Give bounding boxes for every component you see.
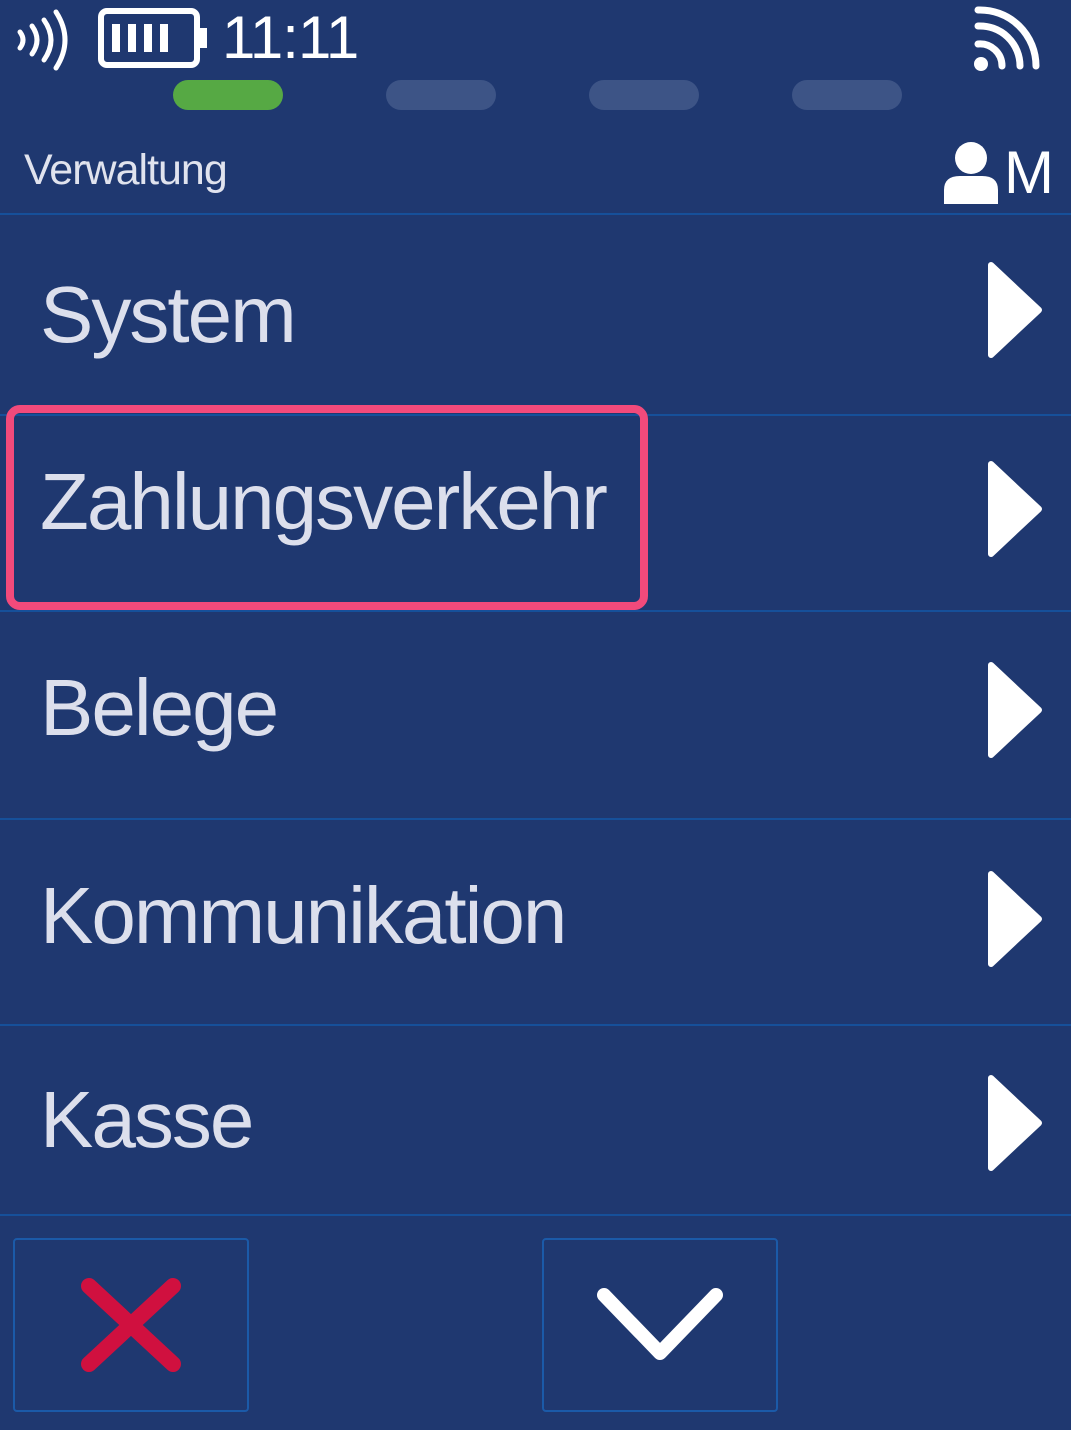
battery-icon [98, 8, 210, 73]
menu-item-label: Kasse [40, 1075, 254, 1164]
user-icon[interactable] [940, 140, 1002, 211]
selection-highlight [6, 405, 648, 610]
menu-item-belege[interactable]: Belege [0, 612, 1071, 820]
signal-icon [970, 6, 1044, 79]
progress-step-3 [589, 80, 699, 110]
user-initial[interactable]: M [1004, 138, 1054, 207]
nfc-icon [14, 8, 74, 77]
progress-step-4 [792, 80, 902, 110]
status-bar: 11:11 [0, 0, 1071, 80]
menu-item-label: Kommunikation [40, 871, 567, 960]
close-icon [81, 1278, 181, 1372]
chevron-down-icon [597, 1288, 723, 1360]
menu-item-kasse[interactable]: Kasse [0, 1026, 1071, 1216]
page-title: Verwaltung [24, 146, 228, 194]
chevron-right-icon [988, 262, 1042, 358]
menu-list: System Zahlungsverkehr Belege Kommunikat… [0, 215, 1071, 1216]
cancel-button[interactable] [13, 1238, 249, 1412]
progress-step-1 [173, 80, 283, 110]
clock: 11:11 [222, 4, 359, 71]
menu-item-label: Belege [40, 663, 279, 752]
chevron-right-icon [988, 1075, 1042, 1171]
menu-item-kommunikation[interactable]: Kommunikation [0, 820, 1071, 1026]
progress-step-2 [386, 80, 496, 110]
menu-item-label: System [40, 270, 297, 359]
chevron-right-icon [988, 662, 1042, 758]
page-header: Verwaltung M [0, 130, 1071, 215]
chevron-right-icon [988, 871, 1042, 967]
scroll-down-button[interactable] [542, 1238, 778, 1412]
menu-item-system[interactable]: System [0, 215, 1071, 416]
step-progress [0, 80, 1071, 110]
chevron-right-icon [988, 461, 1042, 557]
